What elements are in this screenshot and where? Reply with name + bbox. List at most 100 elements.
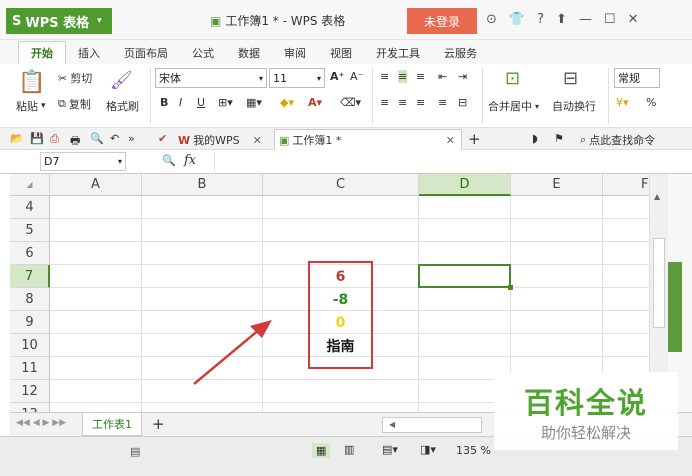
help-icon[interactable]: ? xyxy=(537,12,544,27)
italic-icon[interactable]: I xyxy=(179,96,182,109)
currency-icon[interactable]: ¥▾ xyxy=(616,96,629,109)
command-search[interactable]: ⌕ 点此查找命令 xyxy=(580,132,655,148)
zoom-level[interactable]: 135 % xyxy=(456,444,491,457)
export-pdf-icon[interactable]: ⎙ xyxy=(50,132,59,146)
fill-color-icon[interactable]: ◆▾ xyxy=(280,96,294,109)
font-size-select[interactable]: 11 ▾ xyxy=(269,68,325,88)
row-header-9[interactable]: 9 xyxy=(10,311,50,334)
skin-icon[interactable]: 👕 xyxy=(509,12,525,27)
page-break-view-icon[interactable]: ▤▾ xyxy=(382,443,398,456)
row-header-4[interactable]: 4 xyxy=(10,196,50,219)
border-icon[interactable]: ⊞▾ xyxy=(218,96,233,109)
side-panel-toggle[interactable] xyxy=(668,262,682,352)
save-icon[interactable]: 💾 xyxy=(30,132,44,145)
increase-font-icon[interactable]: A⁺ xyxy=(330,70,344,83)
minimize-ribbon-icon[interactable]: ⬆ xyxy=(556,12,567,27)
new-tab-icon[interactable]: + xyxy=(468,130,481,148)
selected-cell-d7[interactable] xyxy=(418,264,513,290)
zoom-formula-icon[interactable]: 🔍 xyxy=(162,154,176,167)
page-icon[interactable]: ▤ xyxy=(130,445,140,458)
underline-icon[interactable]: U xyxy=(197,96,205,109)
indent-decrease-icon[interactable]: ⇤ xyxy=(438,70,447,83)
print-icon[interactable]: 🖶 xyxy=(70,132,80,151)
row-header-13[interactable]: 13 xyxy=(10,403,50,412)
cut-button[interactable]: ✂ 剪切 xyxy=(58,70,92,86)
wrap-text-icon[interactable]: ⊟ xyxy=(563,68,578,89)
align-left-icon[interactable]: ≡ xyxy=(380,96,389,109)
tab-developer[interactable]: 开发工具 xyxy=(364,42,432,64)
tab-workbook[interactable]: ▣ 工作簿1 * ✕ xyxy=(274,129,462,150)
share-icon[interactable]: ⚑ xyxy=(554,132,564,145)
close-icon[interactable]: ✕ xyxy=(446,134,455,147)
login-button[interactable]: 未登录 xyxy=(407,8,477,34)
align-bottom-icon[interactable]: ≡ xyxy=(416,70,425,83)
align-top-icon[interactable]: ≡ xyxy=(380,70,389,83)
close-icon[interactable]: ✕ xyxy=(628,12,639,27)
column-header-d[interactable]: D xyxy=(419,174,511,196)
minimize-icon[interactable]: — xyxy=(579,12,592,27)
row-header-5[interactable]: 5 xyxy=(10,219,50,242)
sheet-nav-icon[interactable]: ◀◀ ◀ ▶ ▶▶ xyxy=(16,418,66,428)
font-name-select[interactable]: 宋体 ▾ xyxy=(155,68,267,88)
align-center-icon[interactable]: ≡ xyxy=(398,96,407,109)
sheet-tab-1[interactable]: 工作表1 xyxy=(82,413,142,436)
tab-page-layout[interactable]: 页面布局 xyxy=(112,42,180,64)
copy-button[interactable]: ⧉ 复制 xyxy=(58,96,91,112)
maximize-icon[interactable]: ☐ xyxy=(604,12,616,27)
column-header-a[interactable]: A xyxy=(50,174,142,196)
feedback-icon[interactable]: ⊙ xyxy=(486,12,497,27)
open-icon[interactable]: 📂 xyxy=(10,132,24,145)
paste-icon[interactable]: 📋 xyxy=(18,70,45,95)
number-format-select[interactable]: 常规 xyxy=(614,68,660,88)
merge-center-button[interactable]: 合并居中 ▾ xyxy=(488,98,539,114)
fill-pattern-icon[interactable]: ▦▾ xyxy=(246,96,262,109)
align-right-icon[interactable]: ≡ xyxy=(416,96,425,109)
row-header-8[interactable]: 8 xyxy=(10,288,50,311)
scrollbar-thumb[interactable] xyxy=(653,238,665,328)
page-layout-view-icon[interactable]: ▥ xyxy=(344,443,354,456)
row-header-7[interactable]: 7 xyxy=(10,265,50,288)
row-header-12[interactable]: 12 xyxy=(10,380,50,403)
tab-view[interactable]: 视图 xyxy=(318,42,364,64)
print-preview-icon[interactable]: 🔍 xyxy=(90,132,104,145)
scroll-up-icon[interactable]: ▲ xyxy=(654,192,660,201)
app-menu-button[interactable]: S WPS 表格 ▾ xyxy=(6,8,112,34)
select-all-corner[interactable]: ◢ xyxy=(10,174,50,196)
tab-data[interactable]: 数据 xyxy=(226,42,272,64)
decrease-font-icon[interactable]: A⁻ xyxy=(350,70,363,83)
pin-icon[interactable]: ✔ xyxy=(158,132,167,145)
tab-my-wps[interactable]: W 我的WPS ✕ xyxy=(178,131,274,149)
tab-insert[interactable]: 插入 xyxy=(66,42,112,64)
indent-increase-icon[interactable]: ⇥ xyxy=(458,70,467,83)
name-box[interactable]: D7 ▾ xyxy=(40,152,126,171)
format-painter-icon[interactable]: 🖌 xyxy=(110,70,133,91)
undo-icon[interactable]: ↶ xyxy=(110,132,119,145)
merge-cells-icon[interactable]: ⊡ xyxy=(505,68,520,89)
document-list-icon[interactable]: ◗ xyxy=(532,132,538,145)
column-header-b[interactable]: B xyxy=(142,174,263,196)
font-color-icon[interactable]: A▾ xyxy=(308,96,322,109)
percent-button[interactable]: % xyxy=(646,96,656,109)
tab-cloud[interactable]: 云服务 xyxy=(432,42,489,64)
formula-input[interactable] xyxy=(214,152,690,171)
distribute-icon[interactable]: ⊟ xyxy=(458,96,467,109)
column-header-e[interactable]: E xyxy=(511,174,603,196)
horizontal-scrollbar[interactable]: ◀ xyxy=(382,417,482,433)
tab-home[interactable]: 开始 xyxy=(18,41,66,64)
wrap-text-button[interactable]: 自动换行 xyxy=(552,98,596,114)
tab-formula[interactable]: 公式 xyxy=(180,42,226,64)
scroll-left-icon[interactable]: ◀ xyxy=(389,420,395,429)
justify-icon[interactable]: ≡ xyxy=(438,96,447,109)
more-icon[interactable]: » xyxy=(128,132,135,145)
row-header-10[interactable]: 10 xyxy=(10,334,50,357)
close-icon[interactable]: ✕ xyxy=(253,134,262,147)
row-header-6[interactable]: 6 xyxy=(10,242,50,265)
fx-button[interactable]: fx xyxy=(184,153,196,168)
reading-mode-icon[interactable]: ◨▾ xyxy=(420,443,436,456)
row-header-11[interactable]: 11 xyxy=(10,357,50,380)
tab-review[interactable]: 审阅 xyxy=(272,42,318,64)
column-header-c[interactable]: C xyxy=(263,174,419,196)
bold-icon[interactable]: B xyxy=(160,96,168,109)
clear-format-icon[interactable]: ⌫▾ xyxy=(340,96,361,109)
fill-handle[interactable] xyxy=(508,285,513,290)
